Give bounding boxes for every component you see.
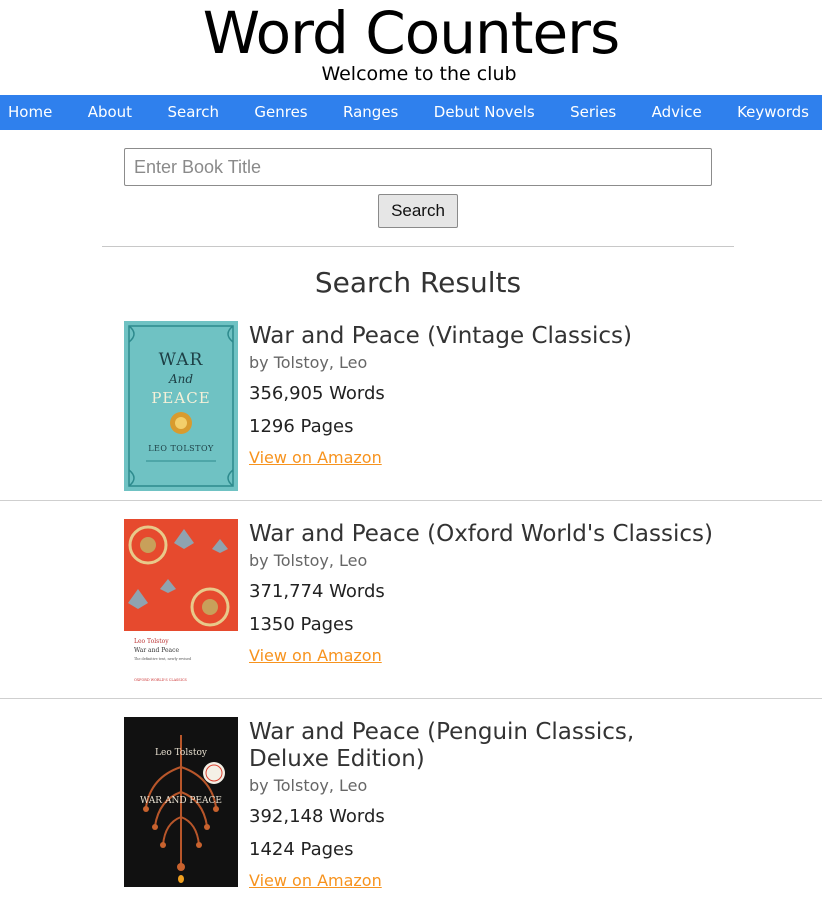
nav-item-keywords[interactable]: Keywords bbox=[737, 95, 809, 130]
view-on-amazon-link[interactable]: View on Amazon bbox=[249, 871, 382, 891]
cover-title: War and Peace bbox=[134, 647, 179, 654]
nav-item-home[interactable]: Home bbox=[8, 95, 52, 130]
result-item: Leo Tolstoy WAR AND PEACE War and Peace … bbox=[0, 717, 822, 900]
book-title-search-input[interactable] bbox=[124, 148, 712, 186]
site-tagline: Welcome to the club bbox=[321, 63, 517, 85]
cover-title-line-1: WAR bbox=[159, 350, 204, 370]
book-title[interactable]: War and Peace (Vintage Classics) bbox=[249, 323, 719, 350]
page-count: 1350 Pages bbox=[249, 614, 354, 635]
result-item: Leo Tolstoy War and Peace The definitive… bbox=[0, 519, 822, 699]
cover-series: OXFORD WORLD'S CLASSICS bbox=[134, 678, 188, 682]
word-count: 356,905 Words bbox=[249, 383, 385, 404]
nav-item-search[interactable]: Search bbox=[167, 95, 219, 130]
nav-item-advice[interactable]: Advice bbox=[652, 95, 702, 130]
result-info: War and Peace (Oxford World's Classics) … bbox=[249, 521, 719, 666]
divider bbox=[102, 246, 734, 247]
page-count: 1296 Pages bbox=[249, 416, 354, 437]
oxford-cover-art: Leo Tolstoy War and Peace The definitive… bbox=[124, 519, 238, 689]
view-on-amazon-link[interactable]: View on Amazon bbox=[249, 448, 382, 468]
cover-emblem-inner bbox=[175, 417, 187, 429]
site-title[interactable]: Word Counters bbox=[0, 2, 822, 64]
search-results-heading: Search Results bbox=[314, 266, 522, 299]
book-cover-image[interactable]: Leo Tolstoy WAR AND PEACE bbox=[124, 717, 238, 887]
book-author: by Tolstoy, Leo bbox=[249, 353, 368, 372]
nav-item-ranges[interactable]: Ranges bbox=[343, 95, 398, 130]
book-cover-image[interactable]: Leo Tolstoy War and Peace The definitive… bbox=[124, 519, 238, 689]
result-info: War and Peace (Vintage Classics) by Tols… bbox=[249, 323, 719, 468]
book-author: by Tolstoy, Leo bbox=[249, 551, 368, 570]
result-info: War and Peace (Penguin Classics, Deluxe … bbox=[249, 719, 719, 891]
view-on-amazon-link[interactable]: View on Amazon bbox=[249, 646, 382, 666]
cover-author: LEO TOLSTOY bbox=[148, 444, 214, 453]
penguin-cover-art: Leo Tolstoy WAR AND PEACE bbox=[124, 717, 238, 887]
site-header: Word Counters Welcome to the club bbox=[0, 0, 822, 95]
cover-subtitle: The definitive text, newly revised bbox=[134, 657, 192, 661]
book-title[interactable]: War and Peace (Oxford World's Classics) bbox=[249, 521, 719, 548]
row-divider bbox=[0, 500, 822, 501]
search-button[interactable]: Search bbox=[378, 194, 458, 228]
nav-item-debut-novels[interactable]: Debut Novels bbox=[434, 95, 535, 130]
book-cover-image[interactable]: WAR And PEACE LEO TOLSTOY bbox=[124, 321, 238, 491]
vintage-cover-art: WAR And PEACE LEO TOLSTOY bbox=[124, 321, 238, 491]
result-item: WAR And PEACE LEO TOLSTOY War and Peace … bbox=[0, 321, 822, 501]
nav-item-series[interactable]: Series bbox=[570, 95, 616, 130]
cover-medallion-center bbox=[202, 599, 218, 615]
word-count: 371,774 Words bbox=[249, 581, 385, 602]
page-count: 1424 Pages bbox=[249, 839, 354, 860]
cover-title-line-3: PEACE bbox=[151, 389, 210, 407]
word-count: 392,148 Words bbox=[249, 806, 385, 827]
nav-item-genres[interactable]: Genres bbox=[254, 95, 307, 130]
cover-author: Leo Tolstoy bbox=[134, 638, 169, 645]
main-nav: Home About Search Genres Ranges Debut No… bbox=[0, 95, 822, 130]
book-title[interactable]: War and Peace (Penguin Classics, Deluxe … bbox=[249, 719, 719, 773]
book-author: by Tolstoy, Leo bbox=[249, 776, 368, 795]
cover-title: WAR AND PEACE bbox=[140, 796, 222, 806]
row-divider bbox=[0, 698, 822, 699]
cover-title-line-2: And bbox=[168, 372, 193, 386]
nav-item-about[interactable]: About bbox=[88, 95, 132, 130]
cover-medallion-center bbox=[140, 537, 156, 553]
cover-author: Leo Tolstoy bbox=[155, 748, 208, 758]
penguin-logo-icon bbox=[178, 875, 184, 883]
